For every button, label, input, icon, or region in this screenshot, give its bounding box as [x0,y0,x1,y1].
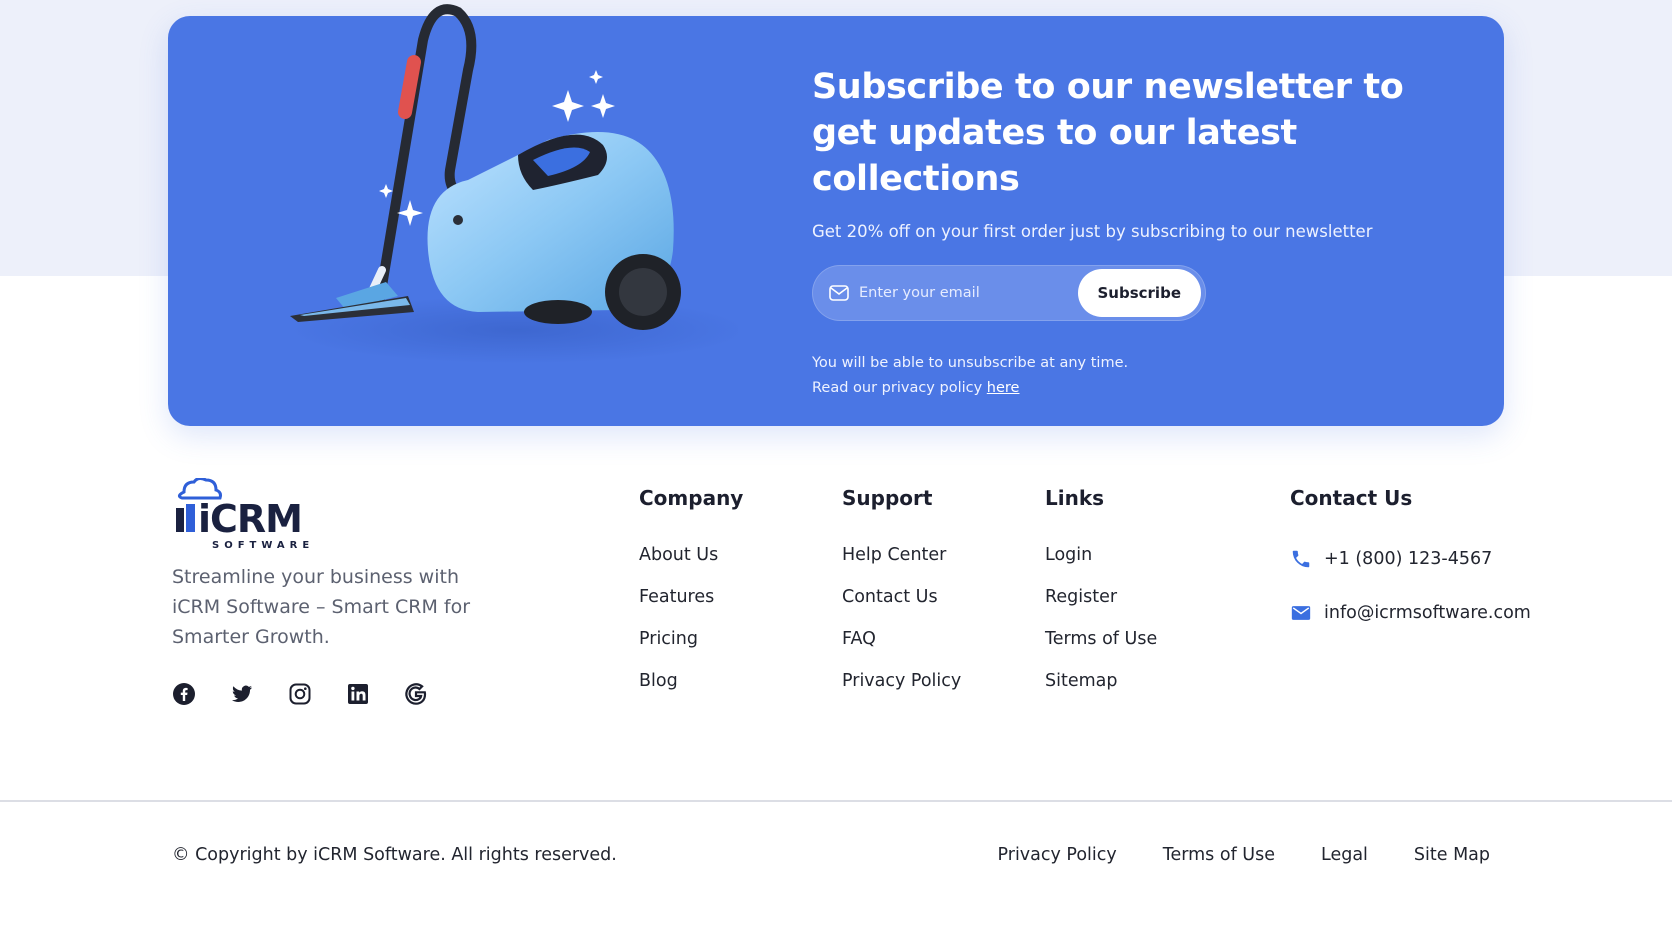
links-link-sitemap[interactable]: Sitemap [1045,671,1117,691]
newsletter-email-form: Subscribe [812,265,1206,321]
email-input[interactable] [849,266,1078,320]
company-link-about-us[interactable]: About Us [639,545,718,565]
social-links [172,682,512,706]
footer: iCRM SOFTWARE Streamline your business w… [0,470,1672,800]
bottom-link-site-map[interactable]: Site Map [1414,845,1490,865]
mail-icon [829,285,849,301]
newsletter-banner: Subscribe to our newsletter to get updat… [168,4,1504,426]
company-link-blog[interactable]: Blog [639,671,678,691]
company-link-pricing[interactable]: Pricing [639,629,698,649]
contact-column: Contact Us +1 (800) 123-4567 info@icrmso… [1290,482,1531,628]
subscribe-button[interactable]: Subscribe [1077,269,1201,317]
legal-links: Privacy Policy Terms of Use Legal Site M… [998,845,1491,865]
brand-tagline: Streamline your business with iCRM Softw… [172,566,471,648]
bottom-link-legal[interactable]: Legal [1321,845,1368,865]
envelope-icon [1290,602,1312,624]
links-link-terms-of-use[interactable]: Terms of Use [1045,629,1157,649]
bottom-link-terms-of-use[interactable]: Terms of Use [1163,845,1275,865]
google-icon[interactable] [404,682,428,706]
footer-bottom-bar: © Copyright by iCRM Software. All rights… [0,802,1672,941]
contact-email[interactable]: info@icrmsoftware.com [1290,598,1531,628]
logo-wordmark: iCRM [198,497,302,541]
footer-brand: iCRM SOFTWARE Streamline your business w… [172,478,512,706]
instagram-icon[interactable] [288,682,312,706]
contact-phone-number: +1 (800) 123-4567 [1324,549,1493,569]
newsletter-title: Subscribe to our newsletter to get updat… [812,67,1404,199]
support-column: Support Help Center Contact Us FAQ Priva… [842,482,961,708]
company-heading: Company [639,486,744,510]
copyright-text: © Copyright by iCRM Software. All rights… [172,845,617,865]
icrm-logo[interactable]: iCRM SOFTWARE [172,478,320,552]
support-link-faq[interactable]: FAQ [842,629,876,649]
linkedin-icon[interactable] [346,682,370,706]
unsubscribe-note: You will be able to unsubscribe at any t… [812,355,1129,371]
newsletter-note: You will be able to unsubscribe at any t… [812,351,1452,401]
twitter-icon[interactable] [230,682,254,706]
contact-email-address: info@icrmsoftware.com [1324,603,1531,623]
vacuum-cleaner-illustration [288,4,738,364]
facebook-icon[interactable] [172,682,196,706]
logo-subtext: SOFTWARE [212,540,314,551]
privacy-policy-here-link[interactable]: here [987,380,1020,396]
support-heading: Support [842,486,933,510]
support-link-contact-us[interactable]: Contact Us [842,587,938,607]
links-column: Links Login Register Terms of Use Sitema… [1045,482,1157,708]
newsletter-content: Subscribe to our newsletter to get updat… [812,64,1452,401]
privacy-note: Read our privacy policy [812,380,983,396]
company-column: Company About Us Features Pricing Blog [639,482,743,708]
links-link-register[interactable]: Register [1045,587,1117,607]
newsletter-subtitle: Get 20% off on your first order just by … [812,222,1373,241]
contact-heading: Contact Us [1290,486,1413,510]
links-link-login[interactable]: Login [1045,545,1092,565]
links-heading: Links [1045,486,1105,510]
support-link-privacy-policy[interactable]: Privacy Policy [842,671,961,691]
contact-phone[interactable]: +1 (800) 123-4567 [1290,544,1531,574]
support-link-help-center[interactable]: Help Center [842,545,946,565]
phone-icon [1290,548,1312,570]
bottom-link-privacy-policy[interactable]: Privacy Policy [998,845,1117,865]
company-link-features[interactable]: Features [639,587,714,607]
